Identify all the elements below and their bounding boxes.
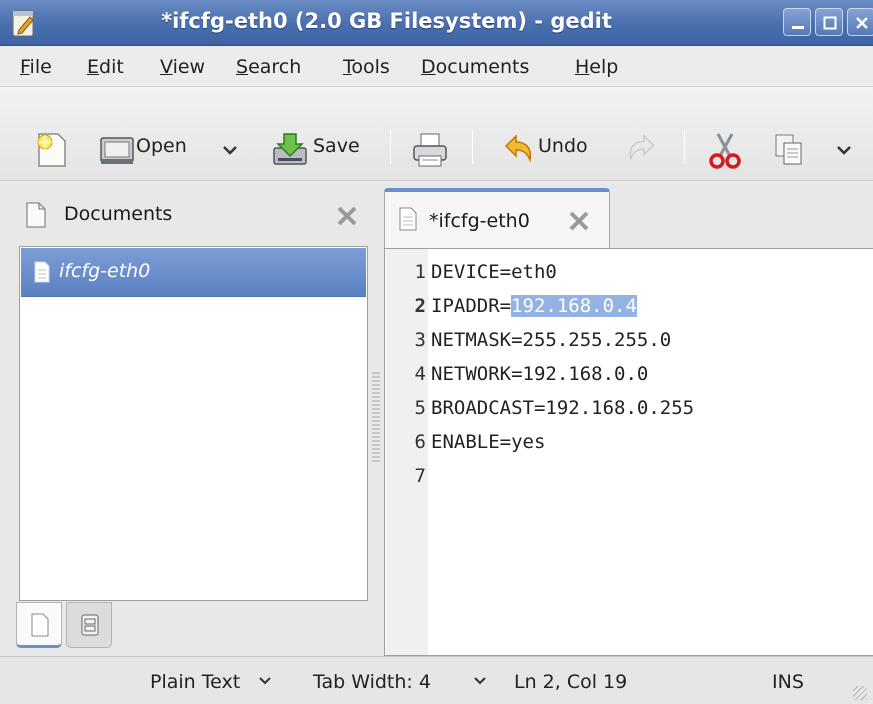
pane-resize-handle[interactable] [372, 372, 380, 462]
text-file-icon [34, 261, 50, 283]
resize-grip[interactable] [853, 686, 867, 700]
tab-documents[interactable] [16, 602, 62, 648]
menu-search[interactable]: Search [236, 56, 301, 78]
line-number: 1 [414, 261, 426, 283]
undo-button[interactable] [500, 132, 538, 172]
line-number-gutter: 1 2 3 4 5 6 7 [386, 249, 428, 655]
menu-documents[interactable]: Documents [421, 56, 529, 78]
status-bar: Plain Text Tab Width: 4 Ln 2, Col 19 INS [0, 656, 873, 704]
menu-file[interactable]: File [20, 56, 52, 78]
tab-label: *ifcfg-eth0 [429, 210, 530, 232]
printer-icon [413, 133, 447, 167]
menu-view[interactable]: View [160, 56, 205, 78]
toolbar-separator [390, 130, 391, 164]
close-window-button[interactable] [847, 8, 873, 36]
line-number: 4 [414, 363, 426, 385]
selected-text: 192.168.0.4 [511, 295, 637, 317]
cursor-position: Ln 2, Col 19 [514, 671, 628, 693]
text-file-icon [399, 207, 417, 231]
chevron-down-icon [474, 677, 486, 685]
toolbar-separator [684, 130, 685, 164]
documents-list: ifcfg-eth0 [19, 246, 368, 601]
title-bar[interactable]: *ifcfg-eth0 (2.0 GB Filesystem) - gedit [0, 0, 873, 46]
window-title: *ifcfg-eth0 (2.0 GB Filesystem) - gedit [161, 9, 612, 33]
side-panel-title: Documents [64, 203, 173, 225]
side-panel-tabs [16, 602, 116, 652]
line-number: 7 [414, 465, 426, 487]
code-line: BROADCAST=192.168.0.255 [431, 397, 695, 419]
close-icon [856, 17, 868, 29]
toolbar-overflow-icon[interactable] [836, 144, 852, 156]
line-number: 5 [414, 397, 426, 419]
line-number: 2 [414, 295, 426, 317]
undo-label: Undo [538, 135, 588, 157]
copy-button[interactable] [772, 132, 808, 172]
scissors-icon [709, 133, 741, 169]
new-document-icon [37, 133, 66, 167]
file-browser-icon [81, 614, 99, 636]
new-document-button[interactable] [34, 130, 74, 170]
menu-bar: File Edit View Search Tools Documents He… [0, 46, 873, 86]
documents-icon [26, 202, 46, 228]
tab-width-selector[interactable]: Tab Width: 4 [313, 671, 431, 693]
open-folder-icon [100, 137, 134, 164]
redo-button[interactable] [625, 132, 661, 172]
maximize-icon [823, 16, 837, 30]
minimize-icon [792, 26, 804, 29]
print-button[interactable] [410, 130, 452, 170]
side-panel-header: Documents [0, 181, 380, 245]
code-line: IPADDR=192.168.0.4 [431, 295, 637, 317]
code-line: NETWORK=192.168.0.0 [431, 363, 649, 385]
line-number: 3 [414, 329, 426, 351]
redo-icon [629, 134, 655, 162]
document-icon [31, 613, 49, 637]
code-line: DEVICE=eth0 [431, 261, 557, 283]
copy-icon [775, 134, 802, 165]
code-line: ENABLE=yes [431, 431, 546, 453]
save-icon [273, 133, 307, 165]
text-editor[interactable]: 1 2 3 4 5 6 7 DEVICE=eth0 IPADDR=192.168… [384, 248, 873, 656]
chevron-down-icon [259, 677, 271, 685]
undo-icon [504, 134, 532, 163]
tab-ifcfg-eth0[interactable]: *ifcfg-eth0 [384, 188, 610, 248]
menu-help[interactable]: Help [575, 56, 618, 78]
open-label: Open [136, 135, 187, 157]
close-tab-icon[interactable] [568, 210, 590, 232]
menu-tools[interactable]: Tools [343, 56, 390, 78]
document-list-item[interactable]: ifcfg-eth0 [21, 248, 366, 297]
cut-button[interactable] [706, 130, 746, 170]
line-number: 6 [414, 431, 426, 453]
menu-edit[interactable]: Edit [87, 56, 124, 78]
open-recent-dropdown-icon[interactable] [222, 144, 238, 156]
minimize-button[interactable] [783, 8, 811, 36]
toolbar-separator [472, 130, 473, 164]
document-name: ifcfg-eth0 [59, 260, 151, 282]
close-side-panel-icon[interactable] [336, 205, 358, 227]
code-line: NETMASK=255.255.255.0 [431, 329, 672, 351]
open-button[interactable] [98, 132, 136, 172]
save-button[interactable] [270, 130, 312, 170]
insert-mode: INS [772, 671, 804, 693]
save-label: Save [313, 135, 360, 157]
maximize-button[interactable] [815, 8, 843, 36]
code-text: IPADDR= [431, 295, 512, 317]
tab-file-browser[interactable] [66, 602, 112, 648]
language-selector[interactable]: Plain Text [150, 671, 240, 693]
